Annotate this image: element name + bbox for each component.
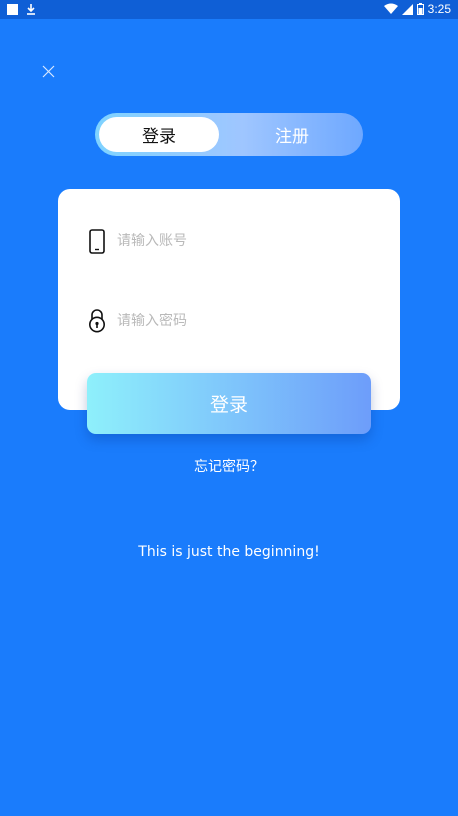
wifi-icon [383,3,398,14]
status-left [7,3,36,15]
lock-icon [88,308,106,334]
account-field [88,223,368,259]
signal-icon [401,3,413,15]
forgot-password-link[interactable]: 忘记密码？ [0,456,458,476]
phone-icon [88,228,106,254]
close-icon [42,65,54,77]
notification-square-icon [7,3,18,15]
download-icon [27,4,35,15]
login-button[interactable]: 登录 [87,373,371,434]
status-time: 3:25 [427,2,451,16]
password-field [88,303,368,339]
account-input[interactable] [117,233,337,249]
battery-icon [416,3,424,15]
tab-login[interactable]: 登录 [99,117,219,152]
status-bar: 3:25 [0,0,458,19]
close-button[interactable] [38,61,58,81]
status-right: 3:25 [383,2,451,16]
password-input[interactable] [117,313,337,329]
tab-register[interactable]: 注册 [225,117,359,152]
tagline: This is just the beginning! [138,544,320,560]
auth-mode-toggle: 登录 注册 [95,113,363,156]
